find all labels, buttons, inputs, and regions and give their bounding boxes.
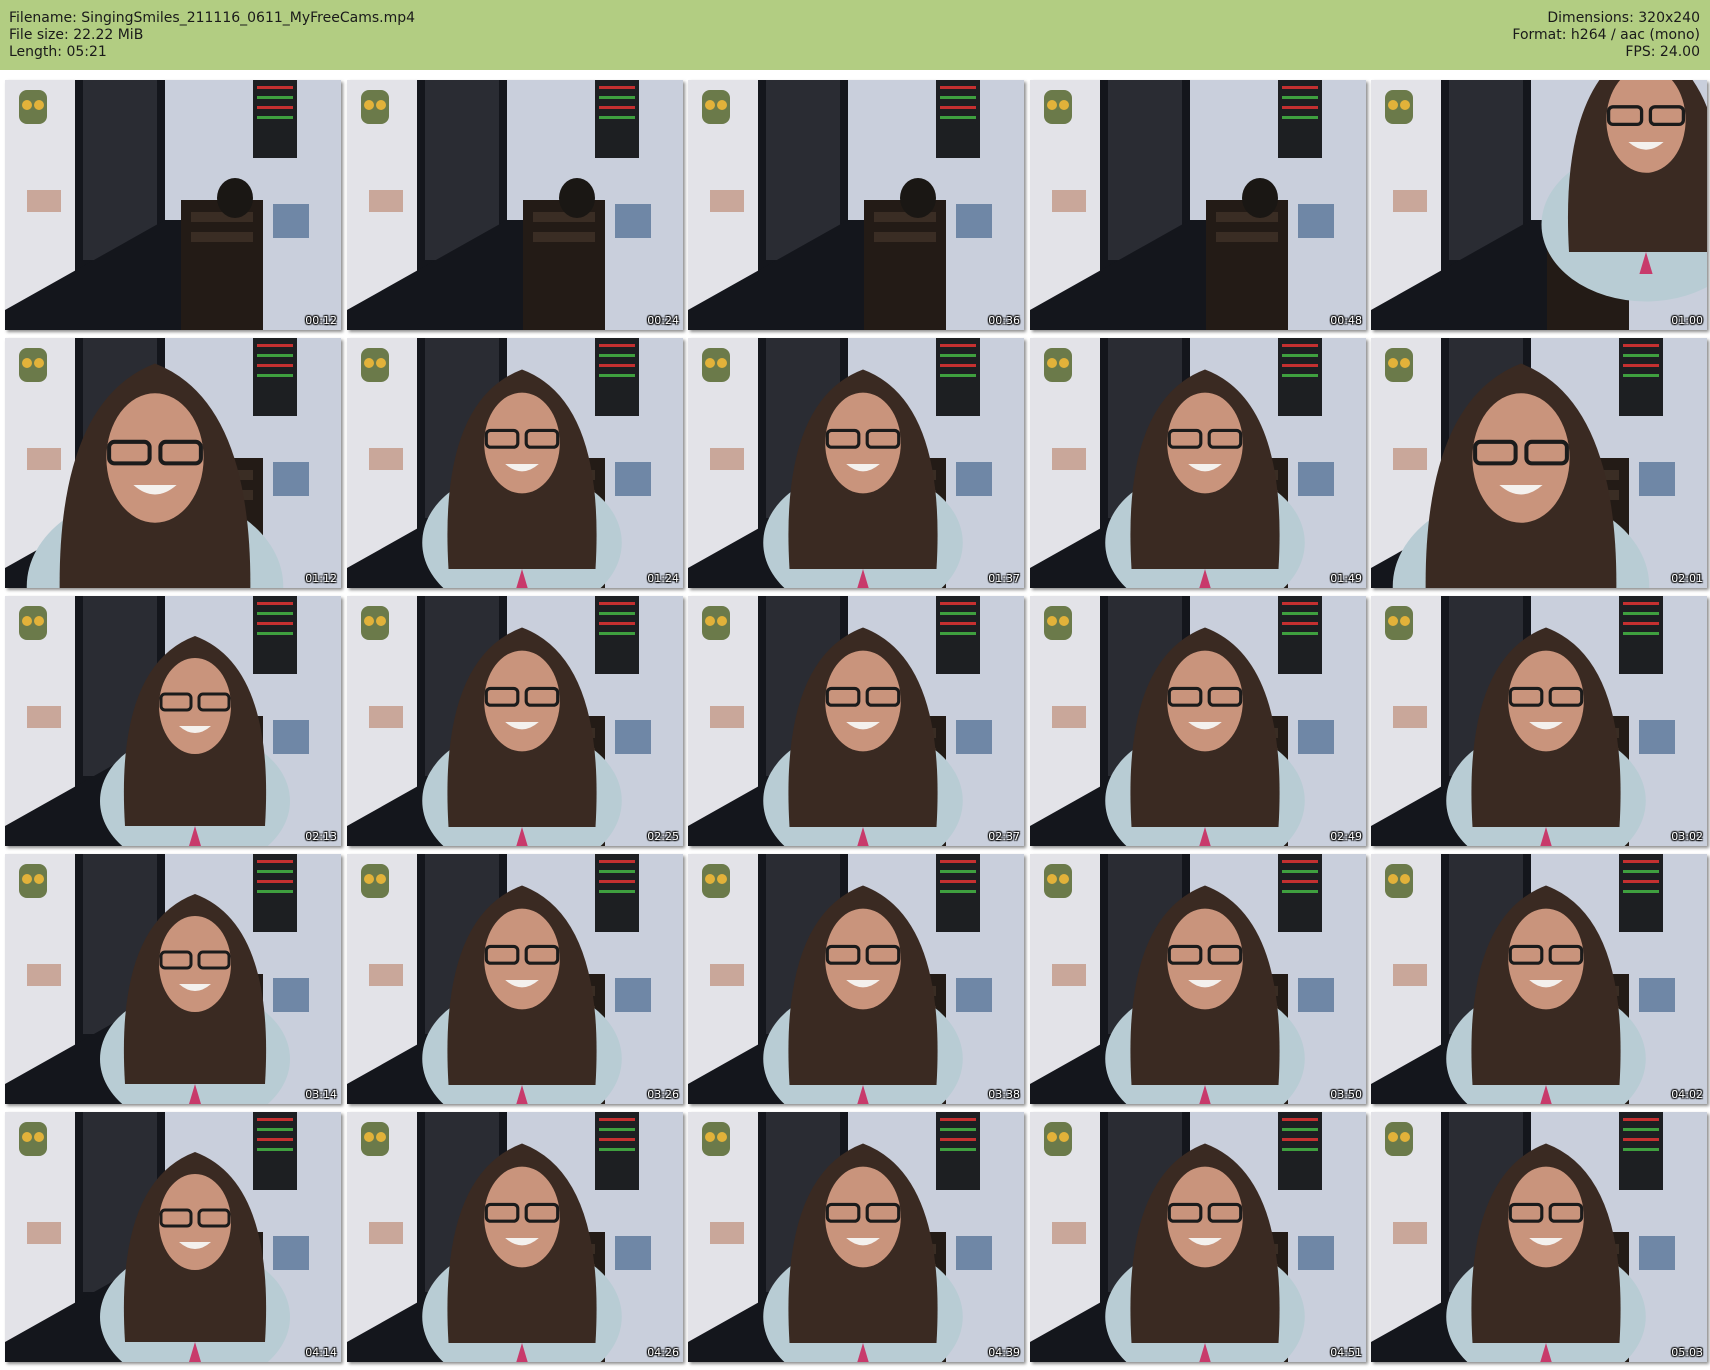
format-text: Format: h264 / aac (mono)	[1512, 27, 1700, 43]
thumbnail-timestamp: 04:26	[647, 1346, 679, 1359]
thumbnail-image	[688, 596, 1024, 846]
thumbnail-timestamp: 00:12	[305, 314, 337, 327]
thumbnail-grid: 00:12 00:24 00:36 00:48 01:00 01:12 01:2…	[5, 80, 1707, 1366]
thumbnail-timestamp: 04:51	[1330, 1346, 1362, 1359]
video-thumbnail: 00:36	[688, 80, 1024, 330]
thumbnail-timestamp: 04:39	[988, 1346, 1020, 1359]
thumbnail-timestamp: 01:37	[988, 572, 1020, 585]
thumbnail-timestamp: 01:49	[1330, 572, 1362, 585]
thumbnail-image	[347, 80, 683, 330]
thumbnail-timestamp: 02:01	[1671, 572, 1703, 585]
thumbnail-image	[688, 80, 1024, 330]
thumbnail-timestamp: 01:24	[647, 572, 679, 585]
contact-sheet: Filename: SingingSmiles_211116_0611_MyFr…	[0, 0, 1710, 1370]
thumbnail-image	[1371, 1112, 1707, 1362]
video-thumbnail: 04:02	[1371, 854, 1707, 1104]
thumbnail-timestamp: 00:36	[988, 314, 1020, 327]
media-info: Dimensions: 320x240 Format: h264 / aac (…	[1512, 10, 1700, 61]
thumbnail-image	[1371, 596, 1707, 846]
thumbnail-image	[1030, 596, 1366, 846]
thumbnail-image	[5, 80, 341, 330]
video-thumbnail: 00:12	[5, 80, 341, 330]
video-thumbnail: 03:14	[5, 854, 341, 1104]
video-thumbnail: 04:26	[347, 1112, 683, 1362]
thumbnail-image	[5, 1112, 341, 1362]
thumbnail-image	[1371, 338, 1707, 588]
video-thumbnail: 05:03	[1371, 1112, 1707, 1362]
video-thumbnail: 01:12	[5, 338, 341, 588]
thumbnail-timestamp: 03:50	[1330, 1088, 1362, 1101]
video-thumbnail: 01:24	[347, 338, 683, 588]
thumbnail-timestamp: 03:02	[1671, 830, 1703, 843]
thumbnail-timestamp: 00:48	[1330, 314, 1362, 327]
video-thumbnail: 03:26	[347, 854, 683, 1104]
thumbnail-timestamp: 01:00	[1671, 314, 1703, 327]
thumbnail-image	[1030, 854, 1366, 1104]
video-thumbnail: 00:48	[1030, 80, 1366, 330]
thumbnail-image	[1030, 338, 1366, 588]
thumbnail-image	[347, 854, 683, 1104]
thumbnail-timestamp: 01:12	[305, 572, 337, 585]
thumbnail-timestamp: 04:02	[1671, 1088, 1703, 1101]
thumbnail-image	[1371, 80, 1707, 330]
thumbnail-image	[347, 596, 683, 846]
video-thumbnail: 01:00	[1371, 80, 1707, 330]
video-thumbnail: 01:37	[688, 338, 1024, 588]
thumbnail-image	[1030, 1112, 1366, 1362]
video-thumbnail: 04:51	[1030, 1112, 1366, 1362]
dimensions-text: Dimensions: 320x240	[1547, 10, 1700, 26]
video-thumbnail: 02:37	[688, 596, 1024, 846]
video-thumbnail: 04:39	[688, 1112, 1024, 1362]
thumbnail-timestamp: 03:14	[305, 1088, 337, 1101]
length-text: Length: 05:21	[9, 44, 107, 60]
video-thumbnail: 03:38	[688, 854, 1024, 1104]
thumbnail-image	[5, 338, 341, 588]
thumbnail-image	[347, 1112, 683, 1362]
file-info: Filename: SingingSmiles_211116_0611_MyFr…	[9, 10, 415, 61]
video-thumbnail: 00:24	[347, 80, 683, 330]
filename-text: Filename: SingingSmiles_211116_0611_MyFr…	[9, 10, 416, 26]
thumbnail-timestamp: 02:49	[1330, 830, 1362, 843]
thumbnail-timestamp: 02:13	[305, 830, 337, 843]
filesize-text: File size: 22.22 MiB	[9, 27, 144, 43]
thumbnail-timestamp: 02:25	[647, 830, 679, 843]
thumbnail-timestamp: 03:26	[647, 1088, 679, 1101]
thumbnail-image	[1371, 854, 1707, 1104]
video-thumbnail: 03:50	[1030, 854, 1366, 1104]
thumbnail-timestamp: 04:14	[305, 1346, 337, 1359]
thumbnail-timestamp: 05:03	[1671, 1346, 1703, 1359]
thumbnail-timestamp: 03:38	[988, 1088, 1020, 1101]
thumbnail-image	[347, 338, 683, 588]
video-thumbnail: 02:13	[5, 596, 341, 846]
thumbnail-timestamp: 02:37	[988, 830, 1020, 843]
info-header: Filename: SingingSmiles_211116_0611_MyFr…	[0, 0, 1710, 70]
thumbnail-image	[688, 1112, 1024, 1362]
thumbnail-image	[688, 854, 1024, 1104]
video-thumbnail: 02:25	[347, 596, 683, 846]
thumbnail-image	[5, 596, 341, 846]
thumbnail-image	[688, 338, 1024, 588]
video-thumbnail: 04:14	[5, 1112, 341, 1362]
thumbnail-image	[5, 854, 341, 1104]
video-thumbnail: 01:49	[1030, 338, 1366, 588]
thumbnail-image	[1030, 80, 1366, 330]
thumbnail-timestamp: 00:24	[647, 314, 679, 327]
fps-text: FPS: 24.00	[1625, 44, 1700, 60]
video-thumbnail: 03:02	[1371, 596, 1707, 846]
video-thumbnail: 02:01	[1371, 338, 1707, 588]
video-thumbnail: 02:49	[1030, 596, 1366, 846]
